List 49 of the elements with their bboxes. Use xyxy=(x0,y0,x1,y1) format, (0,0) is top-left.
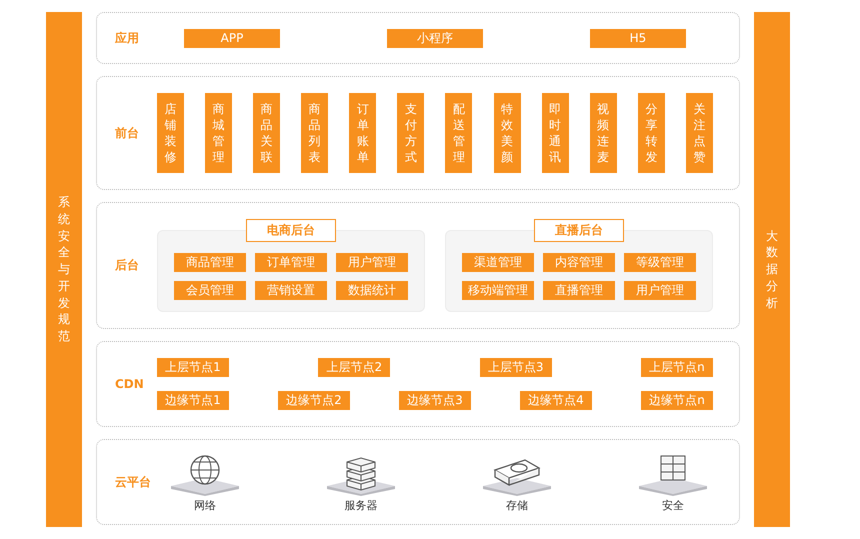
feature-tag: 配送管理 xyxy=(445,93,472,173)
app-tag: H5 xyxy=(590,28,686,48)
service-label: 服务器 xyxy=(344,498,378,512)
module-tag: 订单管理 xyxy=(255,253,327,272)
layer-label: 前台 xyxy=(114,124,140,142)
node-tag: 上层节点1 xyxy=(157,358,229,377)
feature-tag: 关注点赞 xyxy=(686,93,713,173)
layer-label: 云平台 xyxy=(114,474,152,490)
feature-tag: 订单账单 xyxy=(349,93,376,173)
side-bar-label: 系统安全与开发规范 xyxy=(58,194,70,346)
service-label: 存储 xyxy=(506,498,528,512)
service-label: 网络 xyxy=(194,498,216,512)
service-label: 安全 xyxy=(662,498,684,512)
node-tag: 上层节点2 xyxy=(318,358,390,377)
node-tag: 边缘节点4 xyxy=(520,391,592,410)
layer-label: 应用 xyxy=(114,30,140,46)
module-tag: 渠道管理 xyxy=(462,253,534,272)
module-tag: 直播管理 xyxy=(543,281,615,300)
side-bar-label: 大数据分析 xyxy=(766,228,778,312)
layer-label: 后台 xyxy=(114,257,140,274)
feature-tag: 即时通讯 xyxy=(542,93,569,173)
module-tag: 等级管理 xyxy=(624,253,696,272)
app-tag: APP xyxy=(184,28,280,48)
group-title: 电商后台 xyxy=(246,218,336,242)
module-tag: 营销设置 xyxy=(255,281,327,300)
node-tag: 边缘节点1 xyxy=(157,391,229,410)
feature-tag: 商品列表 xyxy=(301,93,328,173)
group-title: 直播后台 xyxy=(534,218,624,242)
node-tag: 边缘节点n xyxy=(641,391,713,410)
feature-tag: 特效美颜 xyxy=(494,93,521,173)
feature-tag: 分享转发 xyxy=(638,93,665,173)
feature-tag: 视频连麦 xyxy=(590,93,617,173)
module-tag: 用户管理 xyxy=(624,281,696,300)
feature-tag: 支付方式 xyxy=(397,93,424,173)
node-tag: 上层节点3 xyxy=(480,358,552,377)
app-tag: 小程序 xyxy=(387,28,483,48)
layer-label: CDN xyxy=(114,377,145,391)
module-tag: 移动端管理 xyxy=(462,281,534,300)
node-tag: 边缘节点2 xyxy=(278,391,350,410)
node-tag: 边缘节点3 xyxy=(399,391,471,410)
module-tag: 商品管理 xyxy=(174,253,246,272)
feature-tag: 店铺装修 xyxy=(157,93,184,173)
module-tag: 数据统计 xyxy=(336,281,408,300)
feature-tag: 商城管理 xyxy=(205,93,232,173)
node-tag: 上层节点n xyxy=(640,358,713,377)
module-tag: 用户管理 xyxy=(336,253,408,272)
module-tag: 会员管理 xyxy=(174,281,246,300)
module-tag: 内容管理 xyxy=(543,253,615,272)
feature-tag: 商品关联 xyxy=(253,93,280,173)
